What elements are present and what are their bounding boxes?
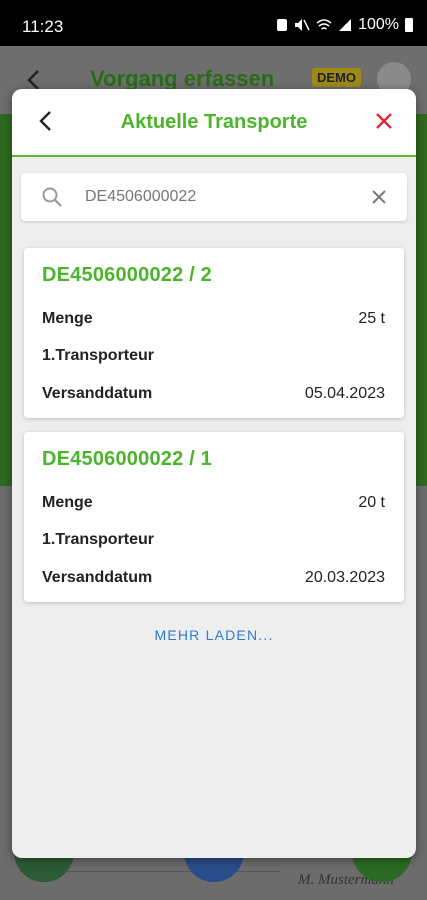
wifi-icon bbox=[316, 19, 332, 30]
transport-id: DE4506000022 / 2 bbox=[42, 264, 213, 286]
transports-dialog: Aktuelle Transporte DE4506000022 / 2 Men… bbox=[12, 89, 416, 858]
row-label-quantity: Menge bbox=[42, 494, 93, 511]
row-label-carrier: 1.Transporteur bbox=[42, 531, 155, 548]
nfc-icon bbox=[277, 19, 288, 31]
search-bar bbox=[21, 173, 407, 221]
row-value-quantity: 25 t bbox=[358, 310, 385, 327]
transport-id: DE4506000022 / 1 bbox=[42, 448, 213, 470]
row-label-ship-date: Versanddatum bbox=[42, 385, 153, 402]
row-label-carrier: 1.Transporteur bbox=[42, 347, 155, 364]
dialog-title: Aktuelle Transporte bbox=[120, 111, 308, 133]
load-more-button[interactable]: MEHR LADEN... bbox=[12, 627, 416, 643]
status-icons: 100% bbox=[276, 16, 413, 34]
battery-percentage: 100% bbox=[358, 16, 399, 33]
battery-icon bbox=[405, 18, 413, 32]
search-icon bbox=[42, 187, 62, 207]
demo-badge: DEMO bbox=[312, 68, 361, 87]
mute-icon bbox=[295, 19, 310, 31]
signal-icon bbox=[339, 19, 352, 31]
row-value-quantity: 20 t bbox=[358, 494, 385, 511]
row-value-ship-date: 20.03.2023 bbox=[304, 569, 385, 586]
status-bar: 11:23 100% bbox=[0, 0, 427, 46]
row-label-ship-date: Versanddatum bbox=[42, 569, 153, 586]
status-time: 11:23 bbox=[22, 17, 64, 36]
row-label-quantity: Menge bbox=[42, 310, 93, 327]
close-icon[interactable] bbox=[372, 109, 396, 133]
transport-card[interactable]: DE4506000022 / 2 Menge 25 t 1.Transporte… bbox=[24, 248, 404, 418]
row-value-ship-date: 05.04.2023 bbox=[304, 385, 385, 402]
dialog-header: Aktuelle Transporte bbox=[12, 89, 416, 157]
transport-card[interactable]: DE4506000022 / 1 Menge 20 t 1.Transporte… bbox=[24, 432, 404, 602]
search-input[interactable] bbox=[85, 185, 355, 209]
clear-search-icon[interactable] bbox=[369, 187, 389, 207]
